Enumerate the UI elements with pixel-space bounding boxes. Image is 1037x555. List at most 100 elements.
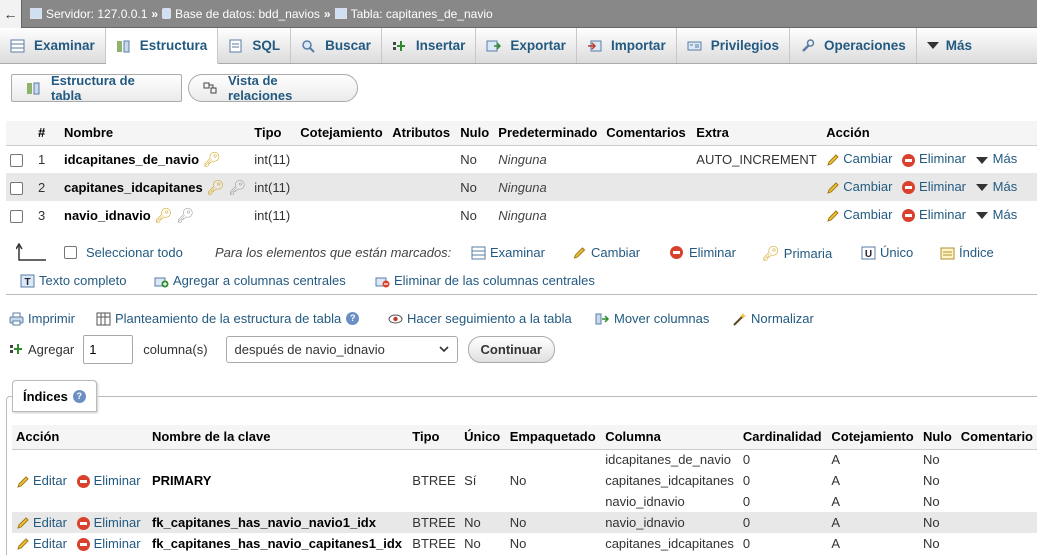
position-select-value: después de navio_idnavio: [234, 341, 385, 357]
header-name[interactable]: Nombre: [60, 121, 251, 146]
header-comments[interactable]: Comentarios: [602, 121, 693, 146]
index-column: navio_idnavio: [601, 491, 739, 512]
more-action[interactable]: Más: [975, 207, 1017, 222]
remove-central-columns-button[interactable]: Eliminar de las columnas centrales: [375, 273, 595, 288]
browse-icon: [471, 246, 486, 259]
header-collation[interactable]: Cotejamiento: [296, 121, 389, 146]
tab-label: Operaciones: [823, 38, 906, 53]
index-key-name: PRIMARY: [147, 449, 409, 512]
help-icon[interactable]: ?: [346, 312, 360, 325]
drop-action[interactable]: Eliminar: [902, 179, 966, 195]
move-columns-link[interactable]: Mover columnas: [595, 311, 709, 326]
pencil-icon: [17, 475, 29, 488]
tab-examinar[interactable]: Examinar: [0, 28, 106, 63]
tab-estructura[interactable]: Estructura: [105, 28, 219, 64]
row-checkbox[interactable]: [10, 153, 23, 167]
export-icon: [486, 39, 502, 53]
table-row[interactable]: 2 capitanes_idcapitanes 🔑︎ 🔑︎ int(11) No N…: [6, 173, 1037, 201]
add-central-columns-button[interactable]: Agregar a columnas centrales: [154, 273, 346, 288]
change-action[interactable]: Cambiar: [826, 207, 892, 222]
select-all[interactable]: Seleccionar todo: [64, 245, 183, 260]
drop-index-action[interactable]: Eliminar: [76, 536, 141, 551]
bulk-drop-button[interactable]: Eliminar: [670, 245, 736, 260]
index-comment: [956, 512, 1037, 533]
select-all-checkbox[interactable]: [64, 246, 77, 259]
subtab-relation-view[interactable]: Vista de relaciones: [188, 73, 358, 103]
add-columns-position-select[interactable]: después de navio_idnavio: [225, 335, 458, 363]
chevron-down-icon: [975, 212, 988, 220]
tab-operaciones[interactable]: Operaciones: [790, 28, 917, 63]
eye-icon: [388, 314, 403, 323]
table-row: Editar Eliminar fk_capitanes_has_navio_c…: [12, 533, 1037, 554]
wand-icon: [733, 312, 746, 326]
primary-key-icon: 🔑︎: [154, 206, 173, 223]
column-name[interactable]: capitanes_idcapitanes: [64, 180, 203, 195]
bulk-fulltext-button[interactable]: T Texto completo: [20, 273, 126, 288]
row-checkbox[interactable]: [10, 181, 23, 195]
drop-index-action[interactable]: Eliminar: [76, 515, 141, 530]
tab-exportar[interactable]: Exportar: [476, 28, 577, 63]
normalize-link[interactable]: Normalizar: [732, 311, 814, 326]
pencil-icon: [827, 210, 840, 222]
breadcrumb-server[interactable]: Servidor: 127.0.0.1: [30, 7, 147, 21]
edit-index-action[interactable]: Editar: [16, 473, 67, 488]
help-icon[interactable]: ?: [72, 389, 86, 403]
chevron-down-icon: [975, 184, 988, 192]
tab-sql[interactable]: SQL: [218, 28, 292, 63]
row-num: 2: [34, 173, 60, 201]
tab-buscar[interactable]: Buscar: [291, 28, 382, 63]
index-actions: Editar Eliminar: [12, 449, 148, 512]
subtab-table-structure[interactable]: Estructura de tabla: [11, 73, 182, 103]
breadcrumb-table-label: Tabla: capitanes_de_navio: [350, 6, 493, 21]
change-action[interactable]: Cambiar: [826, 179, 892, 194]
column-name[interactable]: idcapitanes_de_navio: [64, 152, 199, 167]
table-row[interactable]: 3 navio_idnavio 🔑︎ 🔑︎ int(11) No Ninguna C…: [6, 201, 1037, 229]
row-checkbox[interactable]: [10, 209, 23, 223]
arrow-left-icon[interactable]: ←: [0, 0, 22, 28]
header-attributes[interactable]: Atributos: [388, 121, 457, 146]
index-actions: Editar Eliminar: [12, 533, 148, 554]
tab-privilegios[interactable]: Privilegios: [677, 28, 790, 63]
header-type[interactable]: Tipo: [250, 121, 297, 146]
more-action[interactable]: Más: [975, 179, 1017, 194]
propose-structure-link[interactable]: Planteamiento de la estructura de tabla …: [96, 311, 360, 326]
tab-insertar[interactable]: Insertar: [382, 28, 477, 63]
bulk-index-button[interactable]: Índice: [940, 245, 994, 260]
tab-mas[interactable]: Más: [917, 28, 982, 63]
header-extra[interactable]: Extra: [692, 121, 823, 146]
column-name[interactable]: navio_idnavio: [64, 208, 151, 223]
change-action[interactable]: Cambiar: [826, 151, 892, 166]
drop-index-action[interactable]: Eliminar: [76, 473, 141, 489]
breadcrumb-database[interactable]: Base de datos: bdd_navios: [162, 7, 320, 21]
index-key-icon: 🔑︎: [176, 206, 195, 223]
index-collation: A: [827, 449, 919, 470]
print-link[interactable]: Imprimir: [9, 311, 75, 326]
server-icon: [30, 8, 42, 19]
breadcrumb-table[interactable]: Tabla: capitanes_de_navio: [334, 6, 493, 21]
index-cardinality: 0: [738, 449, 828, 470]
bulk-change-button[interactable]: Cambiar: [572, 245, 640, 260]
column-type: int(11): [250, 145, 297, 173]
drop-action[interactable]: Eliminar: [902, 151, 966, 167]
tab-importar[interactable]: Importar: [577, 28, 677, 63]
print-icon: [9, 312, 24, 325]
bulk-primary-button[interactable]: 🔑︎ Primaria: [762, 245, 832, 262]
index-key-icon: 🔑︎: [228, 178, 247, 195]
drop-action[interactable]: Eliminar: [902, 207, 966, 223]
add-columns-count-input[interactable]: [83, 334, 134, 364]
edit-index-action[interactable]: Editar: [16, 515, 67, 530]
edit-index-action[interactable]: Editar: [16, 536, 67, 551]
bulk-browse-button[interactable]: Examinar: [471, 245, 545, 260]
index-cardinality: 0: [738, 470, 828, 491]
continue-label: Continuar: [480, 341, 542, 357]
track-table-link[interactable]: Hacer seguimiento a la tabla: [388, 311, 572, 326]
header-default[interactable]: Predeterminado: [494, 121, 603, 146]
bulk-unique-button[interactable]: U Único: [861, 245, 913, 260]
column-attributes: [388, 173, 457, 201]
table-row[interactable]: 1 idcapitanes_de_navio 🔑︎ int(11) No Ning…: [6, 145, 1037, 173]
more-action[interactable]: Más: [975, 151, 1017, 166]
index-collation: A: [827, 470, 919, 491]
row-actions: Cambiar Eliminar Más: [822, 173, 1037, 201]
header-null[interactable]: Nulo: [456, 121, 495, 146]
continue-button[interactable]: Continuar: [467, 335, 555, 363]
